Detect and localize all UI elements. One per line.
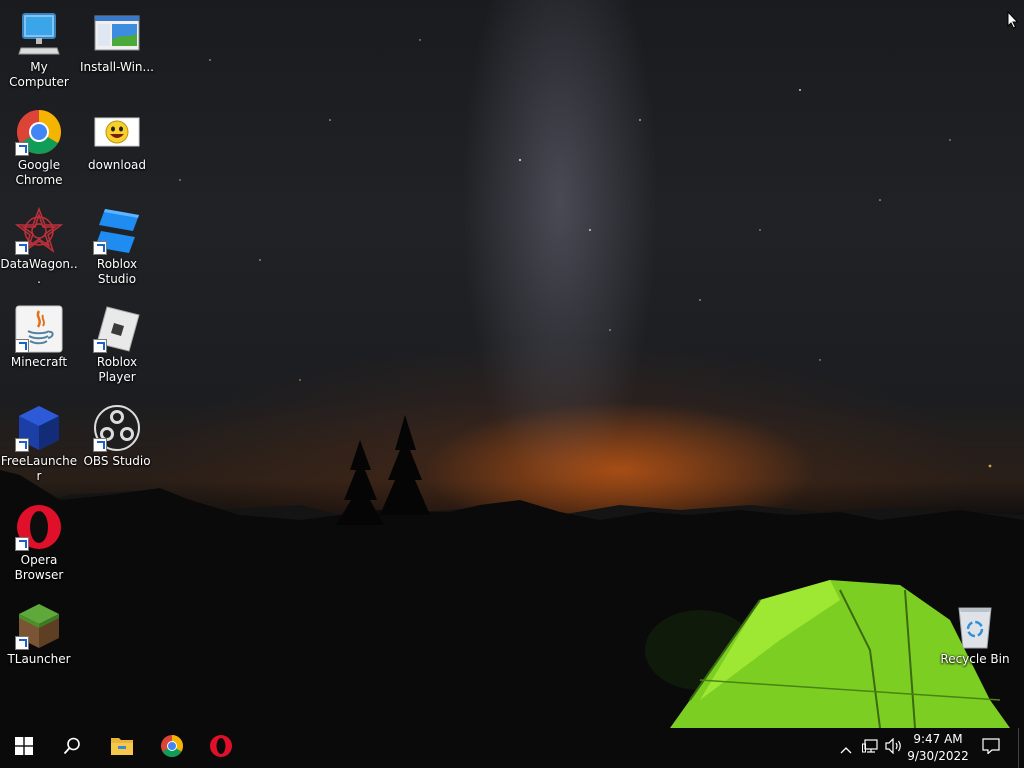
network-icon bbox=[862, 738, 878, 758]
desktop-icon-google-chrome[interactable]: Google Chrome bbox=[0, 108, 78, 188]
taskbar-file-explorer[interactable] bbox=[98, 728, 146, 768]
desktop-icon-roblox-player[interactable]: Roblox Player bbox=[78, 305, 156, 385]
mouse-cursor-icon bbox=[1007, 10, 1019, 33]
volume-button[interactable] bbox=[884, 737, 904, 758]
shortcut-arrow-icon bbox=[15, 438, 29, 452]
taskbar-chrome[interactable] bbox=[148, 728, 196, 768]
desktop-icon-roblox-studio[interactable]: Roblox Studio bbox=[78, 207, 156, 287]
desktop-icon-label: My Computer bbox=[9, 60, 69, 89]
search-icon bbox=[63, 737, 81, 759]
shortcut-arrow-icon bbox=[93, 438, 107, 452]
shortcut-arrow-icon bbox=[93, 339, 107, 353]
chrome-icon bbox=[15, 108, 63, 156]
desktop-icon-label: Roblox Player bbox=[96, 355, 138, 384]
obs-icon bbox=[93, 404, 141, 452]
windows-start-icon bbox=[15, 737, 33, 759]
clock-date: 9/30/2022 bbox=[907, 749, 969, 763]
show-desktop-button[interactable] bbox=[1018, 728, 1024, 768]
datawagon-icon bbox=[14, 206, 64, 255]
desktop-icon-tlauncher[interactable]: TLauncher bbox=[0, 602, 78, 667]
desktop-icon-label: TLauncher bbox=[7, 652, 71, 666]
start-button[interactable] bbox=[0, 728, 48, 768]
java-icon bbox=[15, 305, 63, 353]
shortcut-arrow-icon bbox=[15, 537, 29, 551]
desktop-icon-label: Install-Win... bbox=[80, 60, 154, 74]
network-button[interactable] bbox=[860, 738, 880, 758]
desktop-icon-label: OBS Studio bbox=[83, 454, 151, 468]
roblox-studio-icon bbox=[93, 207, 141, 255]
desktop-icon-download[interactable]: download bbox=[78, 108, 156, 173]
shortcut-arrow-icon bbox=[15, 241, 29, 255]
image-file-icon bbox=[93, 108, 141, 156]
desktop-icon-label: Opera Browser bbox=[14, 553, 64, 582]
show-hidden-icons-button[interactable] bbox=[836, 738, 856, 758]
taskbar: 9:47 AM 9/30/2022 bbox=[0, 728, 1024, 768]
taskbar-clock[interactable]: 9:47 AM 9/30/2022 bbox=[904, 731, 972, 765]
roblox-icon bbox=[93, 305, 141, 353]
volume-icon bbox=[885, 737, 903, 758]
desktop-icon-install-windows[interactable]: Install-Win... bbox=[78, 10, 156, 75]
taskbar-opera[interactable] bbox=[197, 728, 245, 768]
cube-icon bbox=[15, 404, 63, 452]
action-center-button[interactable] bbox=[981, 738, 1001, 758]
desktop-icon-recycle-bin[interactable]: Recycle Bin bbox=[936, 602, 1014, 667]
action-center-icon bbox=[982, 738, 1000, 758]
file-explorer-icon bbox=[110, 736, 134, 760]
grass-block-icon bbox=[15, 602, 63, 650]
desktop-icon-freelauncher[interactable]: FreeLauncher bbox=[0, 404, 78, 484]
desktop-icon-obs-studio[interactable]: OBS Studio bbox=[78, 404, 156, 469]
desktop-icon-my-computer[interactable]: My Computer bbox=[0, 10, 78, 90]
desktop-icon-opera-browser[interactable]: Opera Browser bbox=[0, 503, 78, 583]
clock-time: 9:47 AM bbox=[913, 732, 963, 746]
chrome-icon bbox=[160, 734, 184, 762]
desktop-icon-label: Recycle Bin bbox=[940, 652, 1010, 666]
desktop-icon-label: download bbox=[87, 158, 147, 172]
desktop-icon-label: DataWagon... bbox=[0, 257, 78, 286]
shortcut-arrow-icon bbox=[15, 142, 29, 156]
opera-icon bbox=[209, 734, 233, 762]
desktop-icon-label: FreeLauncher bbox=[0, 454, 78, 483]
desktop-icon-label: Roblox Studio bbox=[96, 257, 138, 286]
desktop-icon-label: Google Chrome bbox=[15, 158, 63, 187]
shortcut-arrow-icon bbox=[15, 339, 29, 353]
desktop-icon-datawagon[interactable]: DataWagon... bbox=[0, 206, 78, 287]
desktop-icon-minecraft[interactable]: Minecraft bbox=[0, 305, 78, 370]
opera-icon bbox=[15, 503, 63, 551]
computer-icon bbox=[15, 10, 63, 58]
installer-window-icon bbox=[93, 10, 141, 58]
shortcut-arrow-icon bbox=[93, 241, 107, 255]
recycle-bin-icon bbox=[951, 602, 999, 650]
desktop-icon-label: Minecraft bbox=[10, 355, 68, 369]
search-button[interactable] bbox=[48, 728, 96, 768]
shortcut-arrow-icon bbox=[15, 636, 29, 650]
chevron-up-icon bbox=[840, 739, 852, 758]
